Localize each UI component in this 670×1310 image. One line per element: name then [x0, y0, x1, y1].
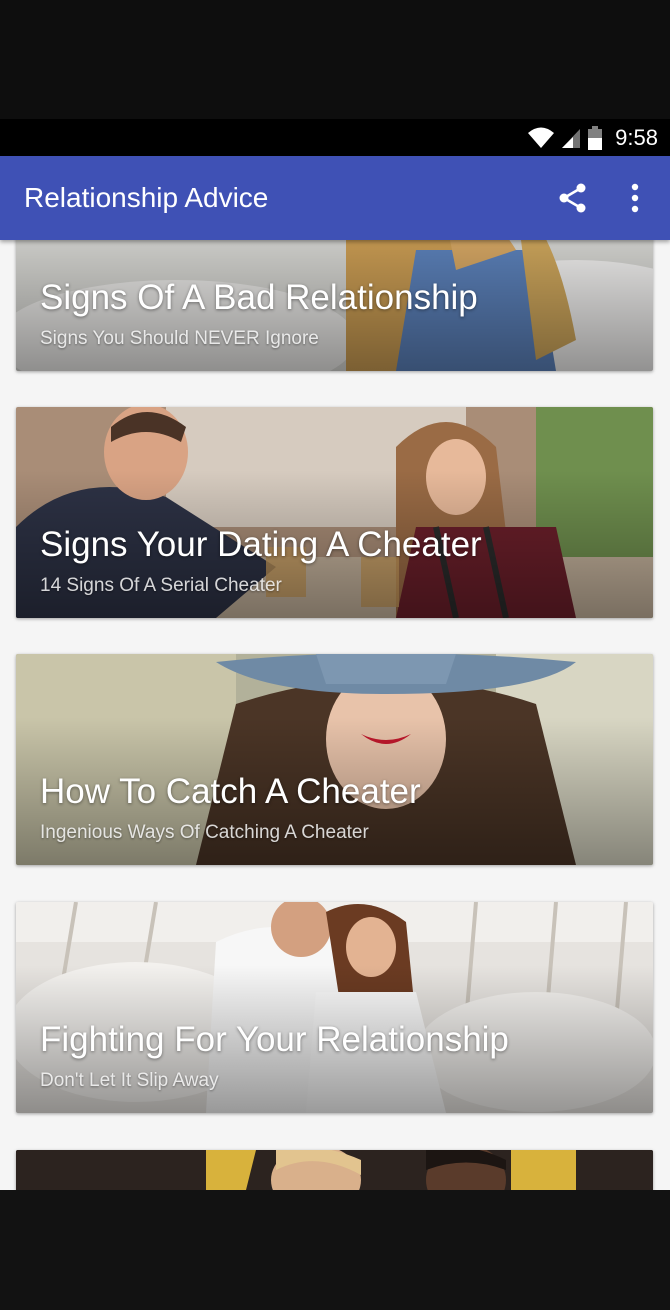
wifi-icon — [528, 127, 555, 148]
app-title: Relationship Advice — [24, 182, 269, 213]
card-subtitle: 14 Signs Of A Serial Cheater — [40, 575, 282, 596]
share-button[interactable] — [549, 174, 597, 222]
signal-icon — [562, 128, 581, 148]
top-blank-area — [0, 0, 670, 119]
card-subtitle: Ingenious Ways Of Catching A Cheater — [40, 822, 369, 843]
card-scrim — [16, 1150, 653, 1190]
share-icon — [559, 183, 586, 213]
battery-icon — [588, 125, 603, 150]
status-bar: 9:58 — [0, 119, 670, 156]
card-title: Fighting For Your Relationship — [40, 1020, 509, 1059]
card-title: Signs Of A Bad Relationship — [40, 278, 478, 317]
card-subtitle: Don't Let It Slip Away — [40, 1070, 219, 1091]
card-fighting-relationship[interactable]: Fighting For Your Relationship Don't Let… — [16, 902, 653, 1113]
card-partial[interactable] — [16, 1150, 653, 1190]
app-bar: Relationship Advice — [0, 156, 670, 240]
card-dating-cheater[interactable]: Signs Your Dating A Cheater 14 Signs Of … — [16, 407, 653, 618]
status-time: 9:58 — [615, 124, 658, 150]
card-bad-relationship[interactable]: Signs Of A Bad Relationship Signs You Sh… — [16, 240, 653, 371]
card-catch-cheater[interactable]: How To Catch A Cheater Ingenious Ways Of… — [16, 654, 653, 865]
status-icons: 9:58 — [527, 119, 658, 156]
card-subtitle: Signs You Should NEVER Ignore — [40, 328, 319, 349]
more-vert-icon — [631, 183, 639, 213]
card-title: Signs Your Dating A Cheater — [40, 525, 482, 564]
card-title: How To Catch A Cheater — [40, 772, 421, 811]
article-list[interactable]: Signs Of A Bad Relationship Signs You Sh… — [0, 240, 670, 1190]
more-options-button[interactable] — [611, 174, 659, 222]
navigation-bar-area — [0, 1190, 670, 1310]
